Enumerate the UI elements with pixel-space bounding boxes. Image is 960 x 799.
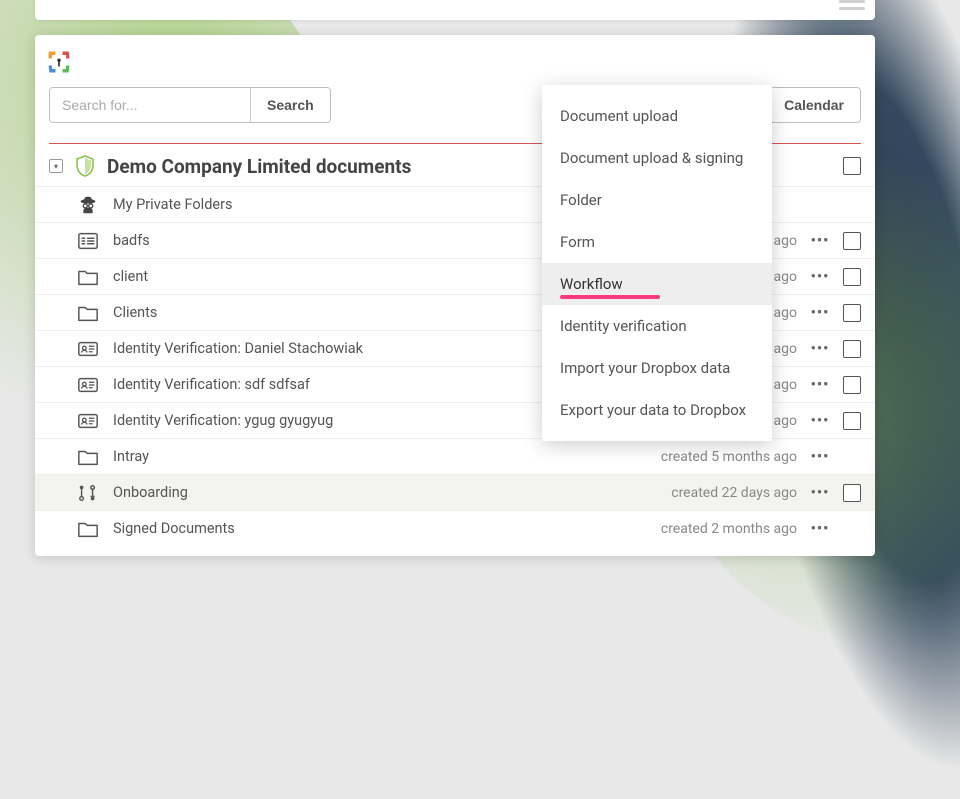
- folder-icon: [75, 518, 101, 540]
- more-actions-button[interactable]: •••: [809, 268, 831, 285]
- more-actions-button[interactable]: •••: [809, 484, 831, 501]
- idcard-icon: [75, 338, 101, 360]
- highlight-underline: [560, 295, 660, 299]
- item-label: Intray: [113, 448, 649, 465]
- dropdown-item[interactable]: Identity verification: [542, 305, 772, 347]
- item-label: Onboarding: [113, 484, 659, 501]
- list-item[interactable]: Intray created 5 months ago •••: [35, 438, 875, 474]
- more-actions-button[interactable]: •••: [809, 232, 831, 249]
- item-meta: created 2 months ago: [661, 521, 797, 537]
- list-item[interactable]: Signed Documents created 2 months ago •••: [35, 510, 875, 546]
- more-actions-button[interactable]: •••: [809, 304, 831, 321]
- dropdown-item[interactable]: Import your Dropbox data: [542, 347, 772, 389]
- item-meta: ago: [774, 305, 797, 321]
- row-checkbox[interactable]: [843, 412, 861, 430]
- item-label: Signed Documents: [113, 520, 649, 537]
- item-meta: ago: [774, 377, 797, 393]
- more-actions-button[interactable]: •••: [809, 340, 831, 357]
- item-meta: ago: [774, 413, 797, 429]
- collapse-toggle[interactable]: ▾: [49, 159, 63, 173]
- search-button[interactable]: Search: [250, 88, 330, 122]
- row-checkbox[interactable]: [843, 376, 861, 394]
- list-item[interactable]: Onboarding created 22 days ago •••: [35, 474, 875, 510]
- dropdown-item[interactable]: Document upload & signing: [542, 137, 772, 179]
- calendar-button[interactable]: Calendar: [767, 87, 861, 123]
- row-checkbox[interactable]: [843, 268, 861, 286]
- item-meta: ago: [774, 233, 797, 249]
- idcard-icon: [75, 374, 101, 396]
- hamburger-icon: [839, 0, 865, 10]
- row-checkbox[interactable]: [843, 304, 861, 322]
- search-group: Search: [49, 87, 331, 123]
- idcard-icon: [75, 410, 101, 432]
- workflow-icon: [75, 482, 101, 504]
- folder-icon: [75, 446, 101, 468]
- row-checkbox[interactable]: [843, 340, 861, 358]
- dropdown-item[interactable]: Form: [542, 221, 772, 263]
- item-meta: ago: [774, 269, 797, 285]
- dropdown-item[interactable]: Workflow: [542, 263, 772, 305]
- spy-icon: [75, 194, 101, 216]
- more-actions-button[interactable]: •••: [809, 412, 831, 429]
- dropdown-item[interactable]: Document upload: [542, 95, 772, 137]
- item-meta: created 22 days ago: [671, 485, 797, 501]
- item-meta: ago: [774, 341, 797, 357]
- item-meta: created 5 months ago: [661, 449, 797, 465]
- dropdown-item[interactable]: Folder: [542, 179, 772, 221]
- folder-icon: [75, 302, 101, 324]
- previous-card: [35, 0, 875, 20]
- company-shield-icon: [73, 154, 97, 178]
- more-actions-button[interactable]: •••: [809, 448, 831, 465]
- form-icon: [75, 230, 101, 252]
- more-actions-button[interactable]: •••: [809, 376, 831, 393]
- select-all-checkbox[interactable]: [843, 157, 861, 175]
- add-menu-dropdown: Document uploadDocument upload & signing…: [542, 85, 772, 441]
- dropdown-item[interactable]: Export your data to Dropbox: [542, 389, 772, 431]
- more-actions-button[interactable]: •••: [809, 520, 831, 537]
- folder-icon: [75, 266, 101, 288]
- page-title: Demo Company Limited documents: [107, 155, 411, 178]
- app-logo: [45, 48, 73, 76]
- row-checkbox[interactable]: [843, 484, 861, 502]
- search-input[interactable]: [50, 88, 250, 122]
- row-checkbox[interactable]: [843, 232, 861, 250]
